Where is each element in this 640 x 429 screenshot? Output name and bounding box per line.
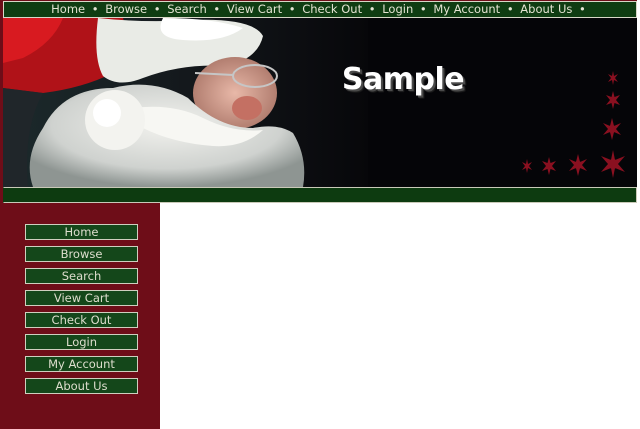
sidebar-item-my-account[interactable]: My Account bbox=[25, 356, 138, 372]
nav-separator: • bbox=[579, 2, 586, 16]
main-content bbox=[160, 203, 637, 429]
nav-separator: • bbox=[91, 2, 99, 16]
nav-separator: • bbox=[506, 2, 514, 16]
nav-separator: • bbox=[419, 2, 427, 16]
nav-separator: • bbox=[368, 2, 376, 16]
sidebar-item-about-us[interactable]: About Us bbox=[25, 378, 138, 394]
sidebar-item-browse[interactable]: Browse bbox=[25, 246, 138, 262]
top-nav-login[interactable]: Login bbox=[382, 2, 413, 16]
sidebar: Home Browse Search View Cart Check Out L… bbox=[3, 203, 160, 429]
nav-separator: • bbox=[153, 2, 161, 16]
nav-separator: • bbox=[213, 2, 221, 16]
site-title: Sample bbox=[341, 62, 465, 97]
sidebar-item-home[interactable]: Home bbox=[25, 224, 138, 240]
top-nav-my-account[interactable]: My Account bbox=[433, 2, 500, 16]
santa-banner-image bbox=[3, 18, 637, 187]
top-nav-about-us[interactable]: About Us bbox=[520, 2, 572, 16]
sidebar-item-view-cart[interactable]: View Cart bbox=[25, 290, 138, 306]
top-nav: Home • Browse • Search • View Cart • Che… bbox=[3, 1, 637, 18]
top-nav-browse[interactable]: Browse bbox=[105, 2, 147, 16]
banner-bottom-strip bbox=[3, 187, 637, 203]
header-banner: Sample bbox=[3, 18, 637, 187]
top-nav-view-cart[interactable]: View Cart bbox=[227, 2, 282, 16]
sidebar-item-check-out[interactable]: Check Out bbox=[25, 312, 138, 328]
top-nav-home[interactable]: Home bbox=[51, 2, 85, 16]
top-nav-check-out[interactable]: Check Out bbox=[302, 2, 362, 16]
sidebar-item-search[interactable]: Search bbox=[25, 268, 138, 284]
sidebar-item-login[interactable]: Login bbox=[25, 334, 138, 350]
top-nav-search[interactable]: Search bbox=[167, 2, 207, 16]
nav-separator: • bbox=[288, 2, 296, 16]
